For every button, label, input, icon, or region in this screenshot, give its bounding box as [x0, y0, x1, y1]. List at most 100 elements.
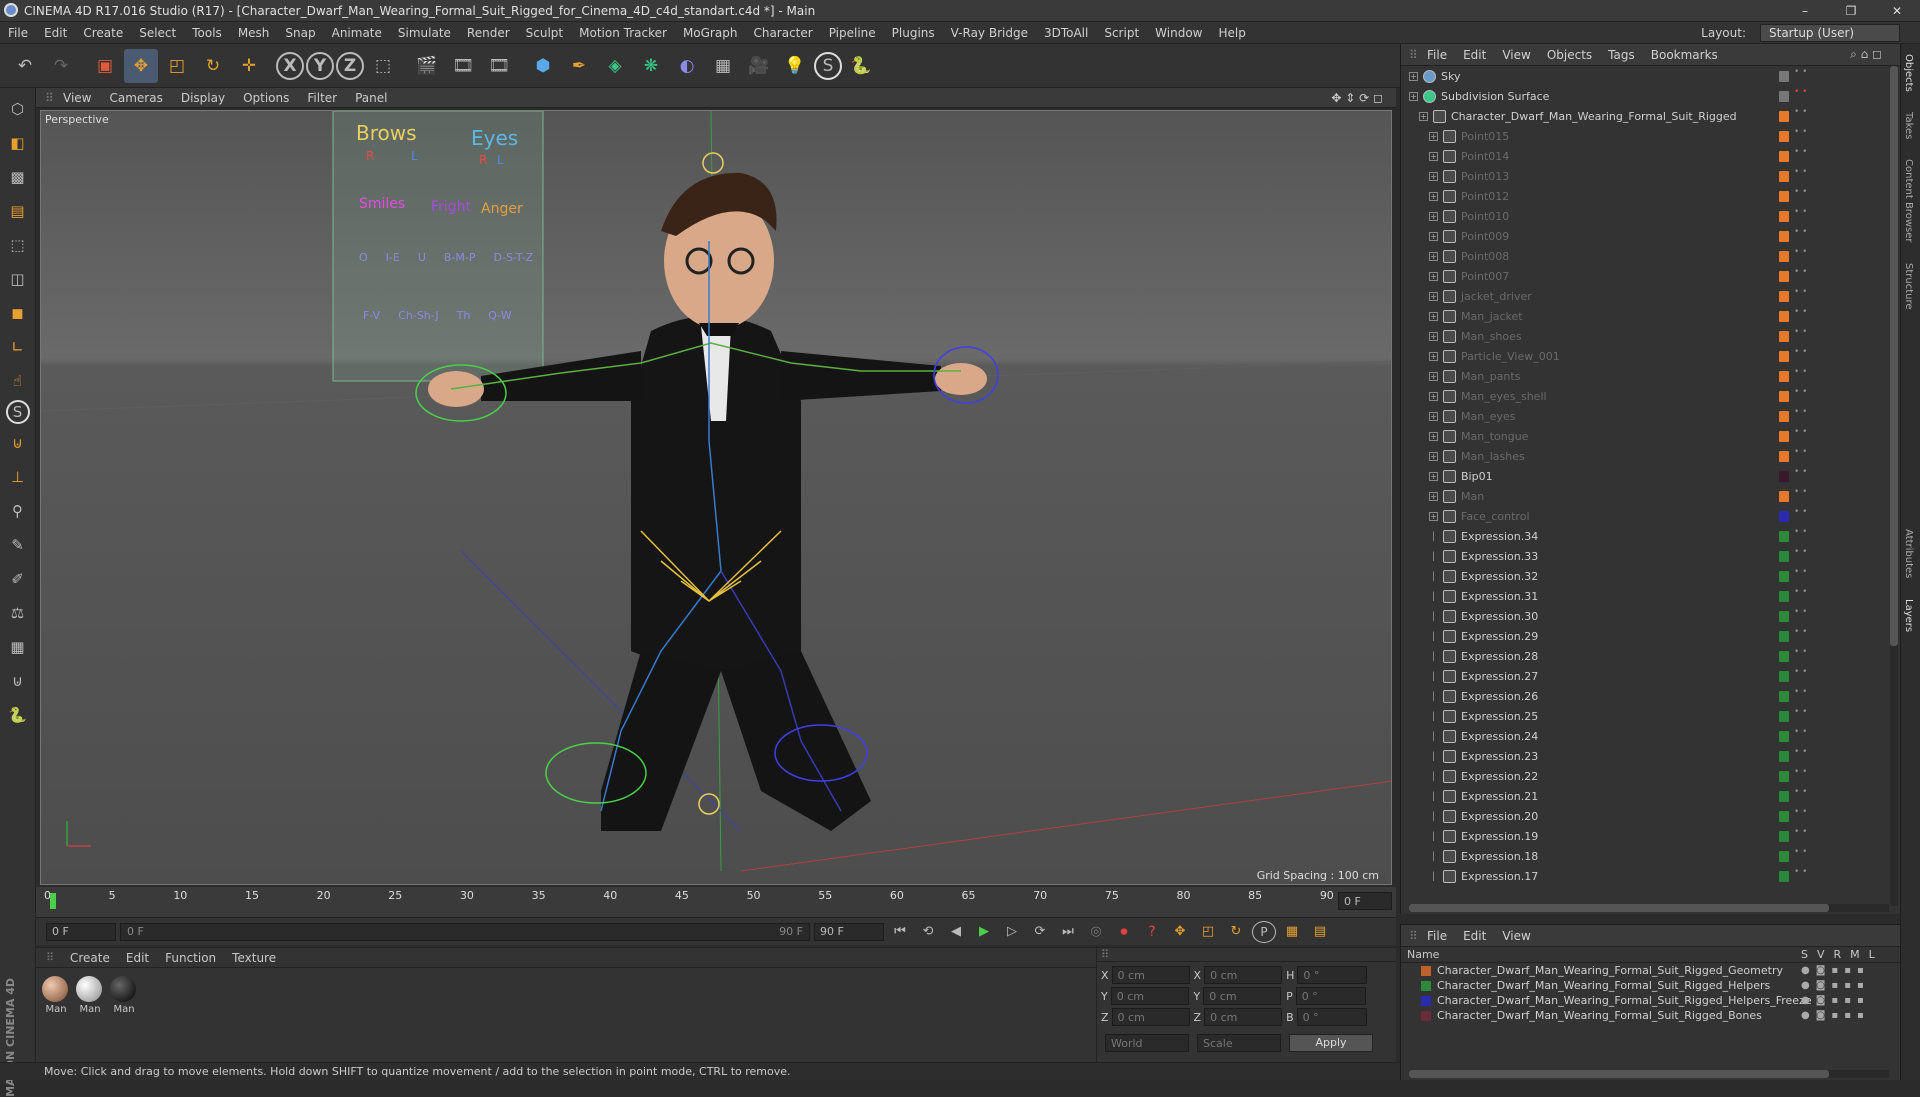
end-frame-field[interactable]: 90 F [814, 922, 884, 941]
expand-toggle-icon[interactable]: + [1429, 211, 1438, 221]
layer-color-swatch[interactable] [1779, 830, 1789, 842]
layer-row[interactable]: Character_Dwarf_Man_Wearing_Formal_Suit_… [1401, 993, 1900, 1008]
object-row[interactable]: + Man_eyes_shell • • [1401, 386, 1887, 406]
camera-icon[interactable]: 🎥 [742, 49, 776, 83]
render-view-icon[interactable]: 🎬 [410, 49, 444, 83]
move-tool-icon[interactable]: ✥ [124, 48, 158, 83]
layer-hscroll[interactable] [1409, 1070, 1889, 1078]
mat-menu-create[interactable]: Create [62, 951, 118, 965]
snap-icon[interactable]: S [5, 400, 30, 424]
visibility-dots-icon[interactable]: • • [1794, 468, 1807, 483]
object-row[interactable]: │ Expression.33 • • [1401, 546, 1887, 566]
visibility-dots-icon[interactable]: • • [1794, 188, 1807, 203]
menu-snap[interactable]: Snap [277, 26, 323, 40]
layer-color-swatch[interactable] [1779, 650, 1789, 662]
side-tab-takes[interactable]: Takes [1901, 102, 1916, 149]
object-row[interactable]: │ Expression.17 • • [1401, 866, 1887, 886]
layer-color-swatch[interactable] [1779, 210, 1789, 222]
layer-menu-edit[interactable]: Edit [1455, 929, 1494, 943]
layer-color-swatch[interactable] [1779, 370, 1789, 382]
magnet-icon[interactable]: ⊍ [3, 428, 33, 458]
object-row[interactable]: │ Expression.20 • • [1401, 806, 1887, 826]
layer-color-swatch[interactable] [1779, 870, 1789, 882]
object-row[interactable]: │ Expression.22 • • [1401, 766, 1887, 786]
obj-menu-tags[interactable]: Tags [1600, 48, 1643, 62]
expand-toggle-icon[interactable]: │ [1429, 852, 1438, 861]
loop-forward-icon[interactable]: ⟳ [1028, 921, 1052, 943]
expand-toggle-icon[interactable]: + [1429, 391, 1438, 401]
close-button[interactable]: ✕ [1874, 0, 1920, 22]
visibility-dots-icon[interactable]: • • [1794, 408, 1807, 423]
expand-toggle-icon[interactable]: + [1409, 91, 1418, 101]
layer-color-swatch[interactable] [1779, 350, 1789, 362]
visibility-dots-icon[interactable]: • • [1794, 768, 1807, 783]
layer-color-swatch[interactable] [1779, 810, 1789, 822]
visibility-dots-icon[interactable]: • • [1794, 268, 1807, 283]
size-y-field[interactable]: 0 cm [1203, 987, 1282, 1005]
expand-toggle-icon[interactable]: + [1429, 451, 1438, 461]
cube-icon[interactable]: ⬢ [526, 49, 560, 83]
layer-color-swatch[interactable] [1779, 270, 1789, 282]
layer-color-swatch[interactable] [1779, 170, 1789, 182]
visibility-dots-icon[interactable]: • • [1794, 88, 1807, 103]
scale-tool-icon[interactable]: ◰ [160, 49, 194, 83]
polygons-mode-icon[interactable]: ◼ [3, 298, 33, 328]
object-row[interactable]: │ Expression.19 • • [1401, 826, 1887, 846]
expand-toggle-icon[interactable]: │ [1429, 832, 1438, 841]
object-row[interactable]: + Point007 • • [1401, 266, 1887, 286]
mat-menu-function[interactable]: Function [157, 951, 224, 965]
object-row[interactable]: │ Expression.32 • • [1401, 566, 1887, 586]
layer-color-swatch[interactable] [1779, 290, 1789, 302]
object-row[interactable]: │ Expression.21 • • [1401, 786, 1887, 806]
layer-color-swatch[interactable] [1779, 510, 1789, 522]
expand-toggle-icon[interactable]: + [1429, 431, 1438, 441]
object-row[interactable]: │ Expression.27 • • [1401, 666, 1887, 686]
object-row[interactable]: + Point009 • • [1401, 226, 1887, 246]
vp-menu-filter[interactable]: Filter [298, 91, 346, 105]
layer-color-swatch[interactable] [1421, 965, 1431, 976]
layer-color-swatch[interactable] [1779, 130, 1789, 142]
expand-toggle-icon[interactable]: │ [1429, 752, 1438, 761]
expand-toggle-icon[interactable]: + [1419, 111, 1428, 121]
object-row[interactable]: + Man_shoes • • [1401, 326, 1887, 346]
layer-color-swatch[interactable] [1779, 110, 1789, 122]
expand-toggle-icon[interactable]: │ [1429, 772, 1438, 781]
expand-toggle-icon[interactable]: + [1429, 151, 1438, 161]
expand-toggle-icon[interactable]: + [1429, 511, 1438, 521]
layer-color-swatch[interactable] [1779, 150, 1789, 162]
object-row[interactable]: + Bip01 • • [1401, 466, 1887, 486]
python-icon[interactable]: 🐍 [844, 49, 878, 83]
floor-icon[interactable]: ▦ [706, 49, 740, 83]
start-frame-field[interactable]: 0 F [46, 922, 116, 941]
visibility-dots-icon[interactable]: • • [1794, 868, 1807, 883]
layer-color-swatch[interactable] [1779, 590, 1789, 602]
object-row[interactable]: + Man_pants • • [1401, 366, 1887, 386]
object-hscroll[interactable] [1409, 904, 1889, 912]
layer-color-swatch[interactable] [1779, 470, 1789, 482]
visibility-dots-icon[interactable]: • • [1794, 548, 1807, 563]
coordinate-system-icon[interactable]: ⬚ [366, 49, 400, 83]
layer-color-swatch[interactable] [1779, 450, 1789, 462]
layer-row[interactable]: Character_Dwarf_Man_Wearing_Formal_Suit_… [1401, 978, 1900, 993]
object-row[interactable]: + Man_eyes • • [1401, 406, 1887, 426]
key-param-icon[interactable]: P [1252, 920, 1276, 943]
layer-menu-view[interactable]: View [1494, 929, 1538, 943]
rot-h-field[interactable]: 0 ° [1297, 966, 1368, 984]
object-row[interactable]: + Subdivision Surface • • [1401, 86, 1887, 106]
menu-create[interactable]: Create [75, 26, 131, 40]
size-x-field[interactable]: 0 cm [1204, 966, 1283, 984]
visibility-dots-icon[interactable]: • • [1794, 588, 1807, 603]
vp-menu-display[interactable]: Display [172, 91, 234, 105]
layer-color-swatch[interactable] [1779, 490, 1789, 502]
visibility-dots-icon[interactable]: • • [1794, 208, 1807, 223]
menu-3dtoall[interactable]: 3DToAll [1036, 26, 1096, 40]
viewport-3d[interactable]: Perspective Brows Eyes R L R L Smiles Fr… [40, 110, 1392, 885]
object-row[interactable]: + Sky • • [1401, 66, 1887, 86]
y-axis-icon[interactable]: Y [306, 51, 334, 80]
obj-menu-bookmarks[interactable]: Bookmarks [1643, 48, 1726, 62]
expand-toggle-icon[interactable]: │ [1429, 732, 1438, 741]
visibility-dots-icon[interactable]: • • [1794, 748, 1807, 763]
object-row[interactable]: + Point010 • • [1401, 206, 1887, 226]
side-tab-layers[interactable]: Layers [1901, 589, 1916, 642]
expand-toggle-icon[interactable]: │ [1429, 592, 1438, 601]
